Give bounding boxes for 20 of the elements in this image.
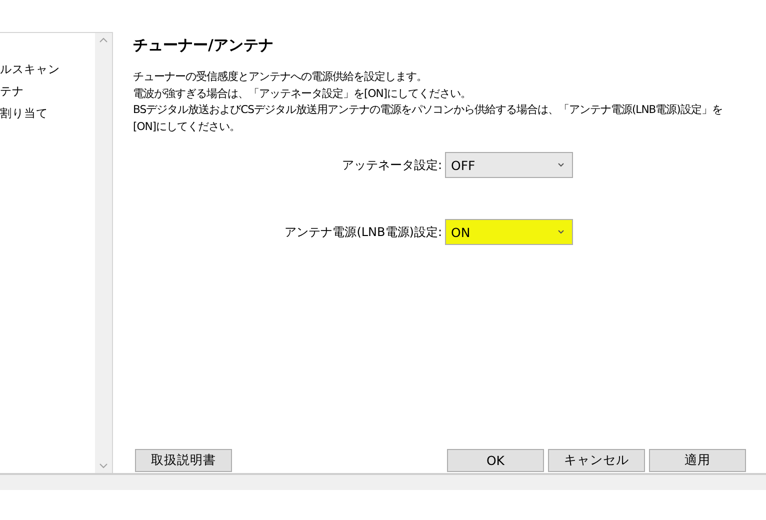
dropdown[interactable]: OFF	[445, 152, 573, 178]
dropdown[interactable]: ON	[445, 219, 573, 245]
description-text: チューナーの受信感度とアンテナへの電源供給を設定します。	[133, 69, 428, 85]
scroll-up-icon[interactable]	[99, 37, 108, 43]
setting-label: アッテネータ設定:	[342, 156, 442, 174]
dialog-button[interactable]: 適用	[649, 448, 746, 472]
sidebar-item[interactable]: テナ	[0, 83, 95, 100]
manual-button[interactable]: 取扱説明書	[135, 448, 232, 472]
caret-icon	[558, 163, 564, 167]
sidebar-item[interactable]: 割り当て	[0, 105, 95, 122]
description-text: 電波が強すぎる場合は、「アッテネータ設定」を[ON]にしてください。	[133, 86, 472, 102]
caret-icon	[558, 230, 564, 234]
scroll-down-icon[interactable]	[99, 463, 108, 469]
dialog-button[interactable]: キャンセル	[548, 448, 645, 472]
dialog-button[interactable]: OK	[447, 448, 544, 472]
description-text: BSデジタル放送およびCSデジタル放送用アンテナの電源をパソコンから供給する場合は、「アンテナ電源(LNB電源)設定」を[ON]にしてください。	[133, 102, 724, 134]
scrollbar[interactable]	[95, 33, 112, 473]
panel-title: チューナー/アンテナ	[133, 36, 274, 55]
sidebar-item[interactable]: ルスキャン	[0, 61, 95, 78]
setting-label: アンテナ電源(LNB電源)設定:	[284, 224, 442, 240]
